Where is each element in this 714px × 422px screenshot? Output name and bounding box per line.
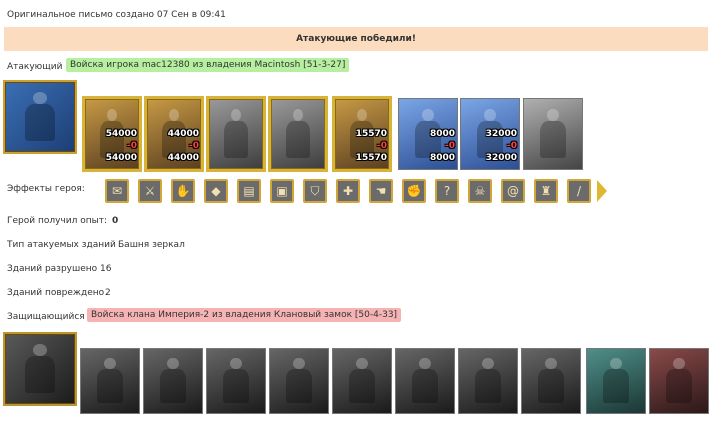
blob-icon bbox=[650, 349, 708, 413]
unit-count-end: 15570 bbox=[355, 153, 387, 163]
defender-unit-4[interactable] bbox=[269, 348, 329, 414]
shield-icon[interactable]: ⛉ bbox=[303, 179, 327, 203]
destroyed-label: Зданий разрушено bbox=[7, 264, 98, 274]
helping-hand-icon[interactable]: ☚ bbox=[369, 179, 393, 203]
defender-unit-3[interactable] bbox=[206, 348, 266, 414]
defender-unit-10[interactable] bbox=[649, 348, 709, 414]
attacker-hero-portrait[interactable] bbox=[3, 80, 77, 154]
unit-count-end: 54000 bbox=[105, 153, 137, 163]
defender-unit-9[interactable] bbox=[586, 348, 646, 414]
sword-icon[interactable]: ⚔ bbox=[138, 179, 162, 203]
unit-loss: -0 bbox=[377, 141, 387, 151]
chest-icon[interactable]: ▣ bbox=[270, 179, 294, 203]
unit-count-start: 44000 bbox=[167, 129, 199, 139]
attacker-unit-5[interactable]: 15570 -0 15570 bbox=[332, 96, 392, 172]
armor-icon[interactable]: ♜ bbox=[534, 179, 558, 203]
horn-icon[interactable]: @ bbox=[501, 179, 525, 203]
naga-icon bbox=[522, 349, 580, 413]
scroll-right-arrow-icon[interactable] bbox=[597, 180, 607, 202]
defender-hero-portrait[interactable] bbox=[3, 332, 77, 406]
attacker-unit-2[interactable]: 44000 -0 44000 bbox=[144, 96, 204, 172]
angel-icon bbox=[524, 99, 582, 169]
clan-emblem-icon bbox=[5, 334, 75, 404]
attacker-army-tag[interactable]: Войска игрока mac12380 из владения Macin… bbox=[66, 58, 350, 72]
handshake-icon[interactable]: ✋ bbox=[171, 179, 195, 203]
scroll-icon[interactable]: ✉ bbox=[105, 179, 129, 203]
unit-count-end: 8000 bbox=[429, 153, 455, 163]
result-banner: Атакующие победили! bbox=[4, 27, 708, 51]
attacker-unit-6[interactable]: 8000 -0 8000 bbox=[398, 98, 458, 170]
cavalry-icon bbox=[209, 99, 263, 169]
attacker-unit-3[interactable] bbox=[206, 96, 266, 172]
griffin-icon bbox=[271, 99, 325, 169]
book-icon[interactable]: ▤ bbox=[237, 179, 261, 203]
demon-icon bbox=[333, 349, 391, 413]
berserker-icon bbox=[207, 349, 265, 413]
damaged-label: Зданий повреждено bbox=[7, 288, 105, 298]
defender-unit-1[interactable] bbox=[80, 348, 140, 414]
attacker-unit-1[interactable]: 54000 -0 54000 bbox=[82, 96, 142, 172]
shield-cross-icon[interactable]: ✚ bbox=[336, 179, 360, 203]
defender-label: Защищающийся bbox=[7, 312, 85, 322]
unit-loss: -0 bbox=[445, 141, 455, 151]
destroyed-value: 16 bbox=[100, 264, 112, 274]
defender-unit-7[interactable] bbox=[458, 348, 518, 414]
unit-loss: -0 bbox=[507, 141, 517, 151]
damaged-value: 2 bbox=[105, 288, 111, 298]
unit-count-start: 15570 bbox=[355, 129, 387, 139]
staff-icon[interactable]: / bbox=[567, 179, 591, 203]
defender-unit-5[interactable] bbox=[332, 348, 392, 414]
unit-count-start: 32000 bbox=[485, 129, 517, 139]
building-type-label: Тип атакуемых зданий bbox=[7, 240, 116, 250]
ogre-icon bbox=[144, 349, 202, 413]
crystal-icon[interactable]: ◆ bbox=[204, 179, 228, 203]
effects-label: Эффекты героя: bbox=[7, 184, 85, 194]
attacker-label: Атакующий bbox=[7, 62, 63, 72]
original-message-note: Оригинальное письмо создано 07 Сен в 09:… bbox=[7, 10, 226, 20]
building-type-value: Башня зеркал bbox=[118, 240, 185, 250]
harpy-icon bbox=[396, 349, 454, 413]
unit-count-end: 32000 bbox=[485, 153, 517, 163]
defender-unit-6[interactable] bbox=[395, 348, 455, 414]
unit-count-start: 54000 bbox=[105, 129, 137, 139]
xp-label: Герой получил опыт: bbox=[7, 216, 107, 226]
unit-count-end: 44000 bbox=[167, 153, 199, 163]
golem-icon bbox=[270, 349, 328, 413]
attacker-unit-7[interactable]: 32000 -0 32000 bbox=[460, 98, 520, 170]
hero-figure-icon bbox=[5, 82, 75, 152]
defender-unit-8[interactable] bbox=[521, 348, 581, 414]
skull-icon[interactable]: ☠ bbox=[468, 179, 492, 203]
wraith-icon bbox=[459, 349, 517, 413]
question-icon[interactable]: ? bbox=[435, 179, 459, 203]
defender-army-tag[interactable]: Войска клана Империя-2 из владения Клано… bbox=[87, 308, 402, 322]
unit-count-start: 8000 bbox=[429, 129, 455, 139]
defender-unit-2[interactable] bbox=[143, 348, 203, 414]
beast-icon bbox=[81, 349, 139, 413]
attacker-unit-4[interactable] bbox=[268, 96, 328, 172]
attacker-unit-8[interactable] bbox=[523, 98, 583, 170]
unit-loss: -0 bbox=[127, 141, 137, 151]
unit-loss: -0 bbox=[189, 141, 199, 151]
xp-value: 0 bbox=[112, 216, 119, 226]
mushroom-icon bbox=[587, 349, 645, 413]
fist-icon[interactable]: ✊ bbox=[402, 179, 426, 203]
